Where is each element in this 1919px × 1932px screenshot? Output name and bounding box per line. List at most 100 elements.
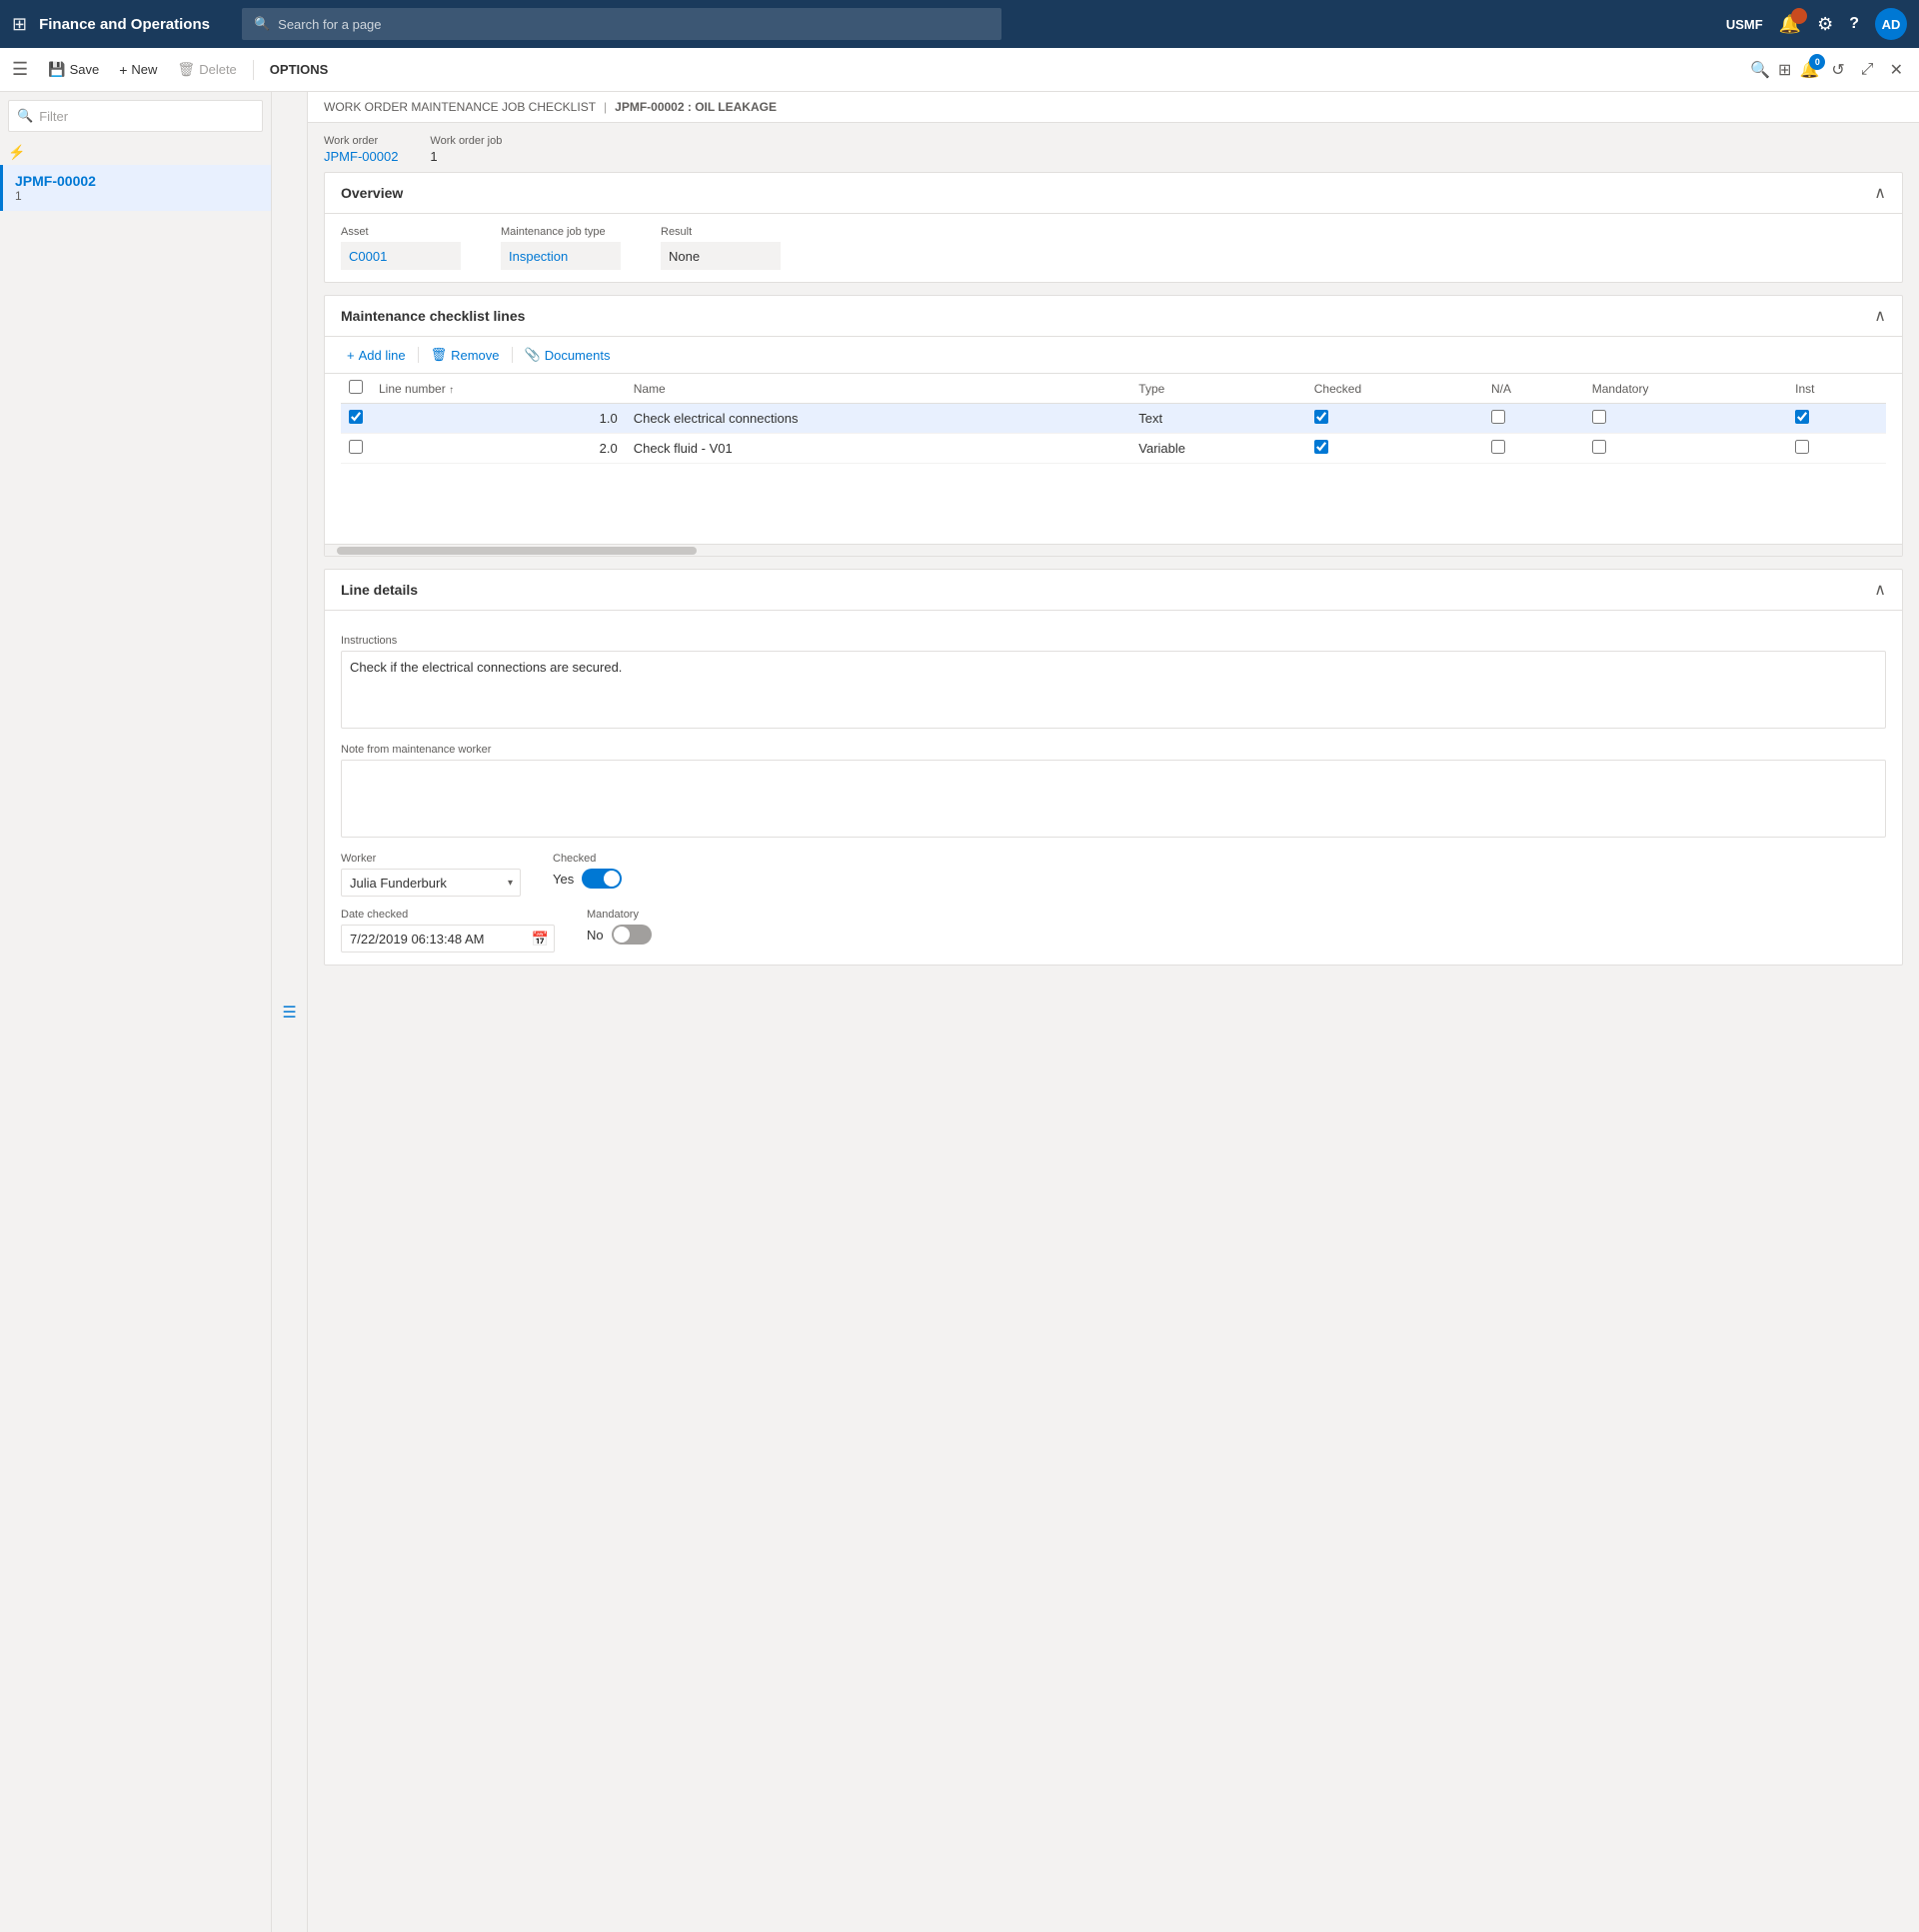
app-grid-icon[interactable]: ⊞ <box>12 14 27 35</box>
menu-toggle-icon[interactable]: ☰ <box>12 59 28 80</box>
row-inst-checkbox[interactable] <box>1795 440 1809 454</box>
row-na-checkbox[interactable] <box>1491 410 1505 424</box>
work-order-link[interactable]: JPMF-00002 <box>324 149 398 164</box>
col-inst: Inst <box>1787 374 1886 404</box>
row-checked-checkbox[interactable] <box>1314 410 1328 424</box>
save-button[interactable]: 💾 Save <box>40 57 107 82</box>
checklist-collapse-icon: ∧ <box>1874 306 1886 326</box>
form-header-row: Work order JPMF-00002 Work order job 1 <box>324 135 1903 164</box>
table-row[interactable]: 1.0 Check electrical connections Text <box>341 404 1886 434</box>
content-area: WORK ORDER MAINTENANCE JOB CHECKLIST | J… <box>308 92 1919 1932</box>
add-line-button[interactable]: + Add line <box>341 346 412 365</box>
sidebar-tools: ⚡ <box>0 140 271 165</box>
row-checked-checkbox[interactable] <box>1314 440 1328 454</box>
work-order-field: Work order JPMF-00002 <box>324 135 398 164</box>
scroll-track[interactable] <box>337 547 697 555</box>
sidebar: 🔍 ⚡ JPMF-00002 1 <box>0 92 272 1932</box>
row-mandatory <box>1584 404 1787 434</box>
col-mandatory: Mandatory <box>1584 374 1787 404</box>
action-bar: ☰ 💾 Save + New 🗑 Delete OPTIONS 🔍 ⊞ 🔔 0 … <box>0 48 1919 92</box>
sidebar-item-jpmf00002[interactable]: JPMF-00002 1 <box>0 165 271 211</box>
row-inst-checkbox[interactable] <box>1795 410 1809 424</box>
remove-button[interactable]: 🗑 Remove <box>425 345 506 365</box>
filter-input[interactable] <box>39 109 254 124</box>
breadcrumb-part2: JPMF-00002 : OIL LEAKAGE <box>615 100 777 114</box>
refresh-button[interactable]: ↺ <box>1827 56 1848 84</box>
checklist-toolbar: + Add line 🗑 Remove 📎 Documents <box>325 337 1902 374</box>
checklist-table: Line number ↑ Name Type Checked N/A Mand… <box>341 374 1886 464</box>
action-bar-separator <box>253 60 254 80</box>
search-action-icon[interactable]: 🔍 <box>1750 60 1770 80</box>
close-button[interactable]: ✕ <box>1886 56 1907 84</box>
date-field: Date checked 📅 <box>341 909 555 953</box>
new-button[interactable]: + New <box>111 58 165 82</box>
instructions-field: Instructions <box>341 635 1886 732</box>
linedetails-collapse-icon: ∧ <box>1874 580 1886 600</box>
date-input[interactable] <box>341 925 555 953</box>
filter-icon[interactable]: ⚡ <box>8 144 25 161</box>
popout-button[interactable]: ⤢ <box>1857 57 1878 83</box>
overview-section-header[interactable]: Overview ∧ <box>325 173 1902 214</box>
table-row[interactable]: 2.0 Check fluid - V01 Variable <box>341 434 1886 464</box>
help-icon[interactable]: ? <box>1849 15 1859 33</box>
checklist-empty-space <box>325 464 1902 544</box>
checked-toggle[interactable] <box>582 869 622 889</box>
row-name: Check electrical connections <box>626 404 1131 434</box>
delete-button[interactable]: 🗑 Delete <box>169 57 244 82</box>
checklist-title: Maintenance checklist lines <box>341 308 525 324</box>
mandatory-label: Mandatory <box>587 909 652 921</box>
top-nav-right: USMF 🔔 ⚙ ? AD <box>1726 8 1907 40</box>
sidebar-list: JPMF-00002 1 <box>0 165 271 1932</box>
row-select-checkbox[interactable] <box>349 410 363 424</box>
note-textarea[interactable] <box>341 760 1886 838</box>
row-inst <box>1787 434 1886 464</box>
documents-button[interactable]: 📎 Documents <box>519 345 617 365</box>
row-mandatory <box>1584 434 1787 464</box>
date-label: Date checked <box>341 909 555 921</box>
linedetails-section-header[interactable]: Line details ∧ <box>325 570 1902 611</box>
overview-body: Asset C0001 Maintenance job type Inspect… <box>325 214 1902 282</box>
instructions-label: Instructions <box>341 635 1886 647</box>
row-select-checkbox[interactable] <box>349 440 363 454</box>
sidebar-filter: 🔍 <box>8 100 263 132</box>
worker-select[interactable]: Julia Funderburk <box>341 869 521 897</box>
mandatory-toggle[interactable] <box>612 925 652 945</box>
instructions-textarea[interactable] <box>341 651 1886 729</box>
note-field: Note from maintenance worker <box>341 744 1886 841</box>
row-mandatory-checkbox[interactable] <box>1592 410 1606 424</box>
row-type: Variable <box>1130 434 1305 464</box>
select-all-checkbox[interactable] <box>349 380 363 394</box>
col-line-number: Line number ↑ <box>371 374 626 404</box>
job-type-value[interactable]: Inspection <box>501 242 621 270</box>
options-label[interactable]: OPTIONS <box>262 58 337 81</box>
checked-toggle-field: Checked Yes <box>553 853 622 889</box>
overview-collapse-icon: ∧ <box>1874 183 1886 203</box>
avatar[interactable]: AD <box>1875 8 1907 40</box>
job-type-label: Maintenance job type <box>501 226 621 238</box>
row-na <box>1483 404 1584 434</box>
notification-action-icon[interactable]: 🔔 0 <box>1799 60 1819 80</box>
filter-search-icon: 🔍 <box>17 108 33 124</box>
settings-icon[interactable]: ⚙ <box>1817 14 1833 35</box>
asset-value[interactable]: C0001 <box>341 242 461 270</box>
row-line-number: 2.0 <box>371 434 626 464</box>
checklist-section-header[interactable]: Maintenance checklist lines ∧ <box>325 296 1902 337</box>
bell-icon[interactable]: 🔔 <box>1779 14 1801 35</box>
notification-badge: 0 <box>1809 54 1825 70</box>
grid-view-icon[interactable]: ⊞ <box>1778 60 1791 80</box>
row-na-checkbox[interactable] <box>1491 440 1505 454</box>
job-type-field: Maintenance job type Inspection <box>501 226 621 270</box>
add-icon: + <box>347 348 355 363</box>
sidebar-menu-icon[interactable]: ☰ <box>272 92 308 1932</box>
row-type: Text <box>1130 404 1305 434</box>
col-na: N/A <box>1483 374 1584 404</box>
scroll-area <box>325 544 1902 556</box>
hamburger-icon: ☰ <box>282 1002 296 1022</box>
row-line-number: 1.0 <box>371 404 626 434</box>
row-mandatory-checkbox[interactable] <box>1592 440 1606 454</box>
search-input[interactable] <box>278 17 989 32</box>
linedetails-body: Instructions Note from maintenance worke… <box>325 611 1902 965</box>
overview-title: Overview <box>341 185 403 201</box>
save-icon: 💾 <box>48 61 65 78</box>
result-field: Result None <box>661 226 781 270</box>
